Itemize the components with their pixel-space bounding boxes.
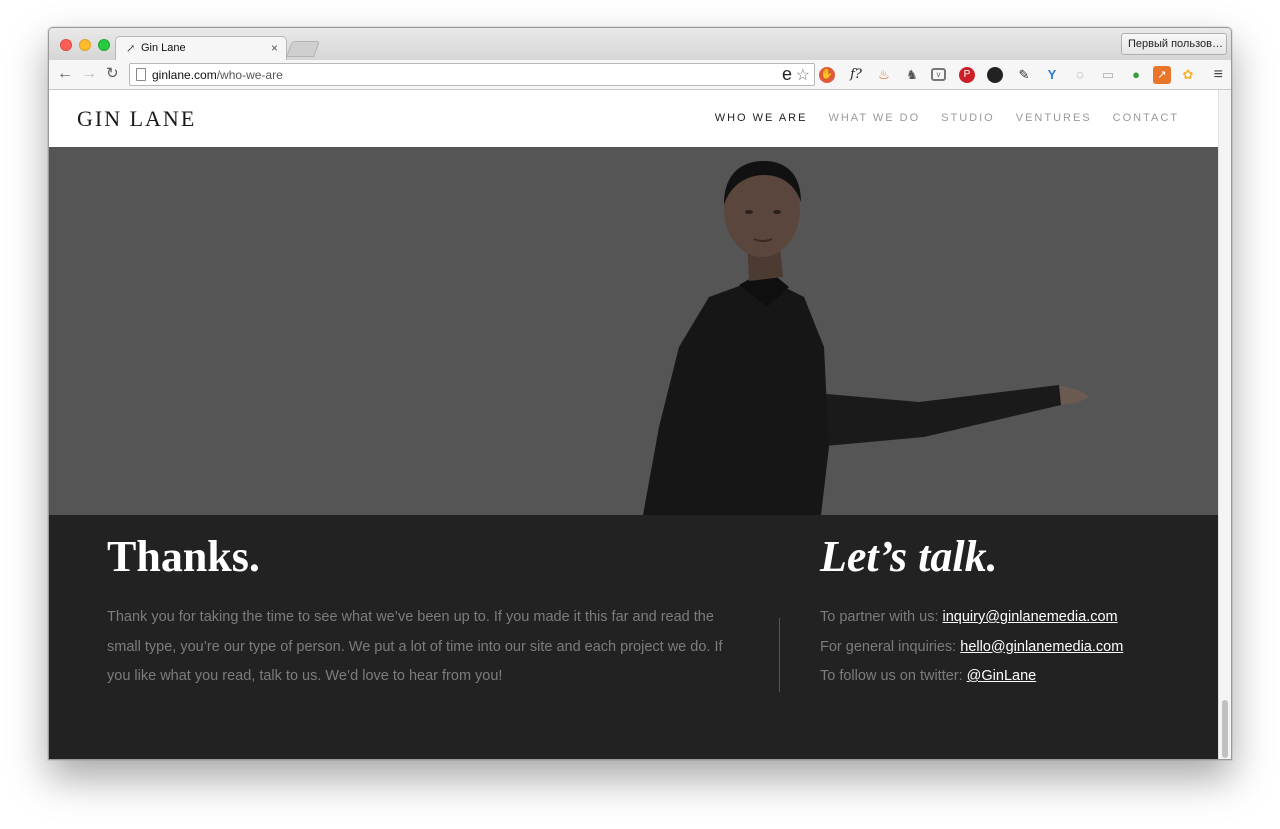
- section-divider: [779, 618, 780, 692]
- pinterest-icon[interactable]: P: [959, 67, 975, 83]
- tab-title: Gin Lane: [141, 42, 186, 54]
- dancer-photo: [643, 161, 1089, 515]
- nav-contact[interactable]: CONTACT: [1113, 112, 1179, 124]
- site-logo[interactable]: GIN LANE: [77, 106, 196, 132]
- page-icon: [136, 68, 146, 81]
- general-email-link[interactable]: hello@ginlanemedia.com: [960, 639, 1123, 655]
- url-path: /who-we-are: [216, 68, 283, 82]
- nav-studio[interactable]: STUDIO: [941, 112, 995, 124]
- page-scrollbar[interactable]: [1218, 90, 1231, 759]
- forward-arrow-icon[interactable]: →: [81, 65, 97, 83]
- scrollbar-thumb[interactable]: [1222, 700, 1228, 758]
- refresh-circle-icon[interactable]: ◌: [1071, 66, 1089, 84]
- page-viewport: GIN LANE WHO WE ARE WHAT WE DO STUDIO VE…: [49, 90, 1219, 759]
- contact-row-partner: To partner with us: inquiry@ginlanemedia…: [820, 603, 1123, 633]
- browser-tab[interactable]: ↗ Gin Lane ×: [115, 36, 287, 61]
- zoom-window-button[interactable]: [98, 39, 110, 51]
- whatfont-icon[interactable]: f?: [847, 66, 865, 84]
- thanks-section: Thanks. Thank you for taking the time to…: [49, 515, 1219, 759]
- new-tab-button[interactable]: [286, 41, 320, 57]
- timer-badge-icon[interactable]: ●: [1127, 66, 1145, 84]
- contact-label: For general inquiries:: [820, 638, 961, 655]
- contact-list: To partner with us: inquiry@ginlanemedia…: [820, 603, 1123, 692]
- adblock-icon[interactable]: ✋: [819, 67, 835, 83]
- evernote-elephant-icon[interactable]: ♞: [903, 66, 921, 84]
- hero-image: [49, 147, 1219, 515]
- contact-row-twitter: To follow us on twitter: @GinLane: [820, 662, 1123, 692]
- contact-label: To follow us on twitter:: [820, 668, 967, 684]
- nav-what-we-do[interactable]: WHAT WE DO: [828, 112, 920, 124]
- reload-icon[interactable]: ↻: [106, 65, 119, 83]
- url-text: ginlane.com/who-we-are: [152, 68, 283, 82]
- eyedropper-icon[interactable]: ✎: [1015, 66, 1033, 84]
- site-header: GIN LANE WHO WE ARE WHAT WE DO STUDIO VE…: [49, 90, 1219, 147]
- twitter-link[interactable]: @GinLane: [967, 668, 1037, 684]
- color-picker-wheel-icon[interactable]: [987, 67, 1003, 83]
- back-arrow-icon[interactable]: ←: [57, 65, 73, 83]
- evernote-e-icon[interactable]: e: [782, 64, 792, 85]
- minimize-window-button[interactable]: [79, 39, 91, 51]
- nav-ventures[interactable]: VENTURES: [1016, 112, 1092, 124]
- contact-row-general: For general inquiries: hello@ginlanemedi…: [820, 633, 1123, 663]
- bookmark-star-icon[interactable]: ☆: [796, 65, 810, 85]
- address-bar[interactable]: ginlane.com/who-we-are e ☆: [129, 63, 815, 86]
- url-domain: ginlane.com: [152, 68, 217, 82]
- y-extension-icon[interactable]: Y: [1043, 66, 1061, 84]
- main-nav: WHO WE ARE WHAT WE DO STUDIO VENTURES CO…: [715, 112, 1179, 124]
- chart-extension-icon[interactable]: ↗: [1153, 66, 1171, 84]
- tab-close-icon[interactable]: ×: [271, 41, 278, 55]
- partner-email-link[interactable]: inquiry@ginlanemedia.com: [943, 609, 1118, 625]
- pocket-icon[interactable]: v: [931, 68, 946, 81]
- gin-lane-favicon-icon: ↗: [126, 42, 136, 55]
- reader-icon[interactable]: ▭: [1099, 66, 1117, 84]
- profile-button[interactable]: Первый пользов…: [1121, 33, 1227, 55]
- fire-extension-icon[interactable]: ♨: [875, 66, 893, 84]
- tab-strip: ↗ Gin Lane × Первый пользов…: [49, 28, 1231, 61]
- flower-extension-icon[interactable]: ✿: [1179, 66, 1197, 84]
- thanks-paragraph: Thank you for taking the time to see wha…: [107, 609, 723, 684]
- browser-toolbar: ← → ↻ ginlane.com/who-we-are e ☆ ✋ f? ♨ …: [49, 60, 1231, 90]
- contact-label: To partner with us:: [820, 609, 943, 625]
- hamburger-menu-icon[interactable]: ≡: [1214, 66, 1223, 84]
- close-window-button[interactable]: [60, 39, 72, 51]
- lets-talk-heading: Let’s talk.: [820, 532, 998, 581]
- browser-window: ↗ Gin Lane × Первый пользов… ← → ↻ ginla…: [48, 27, 1232, 760]
- nav-who-we-are[interactable]: WHO WE ARE: [715, 112, 808, 124]
- thanks-heading: Thanks.: [107, 532, 260, 581]
